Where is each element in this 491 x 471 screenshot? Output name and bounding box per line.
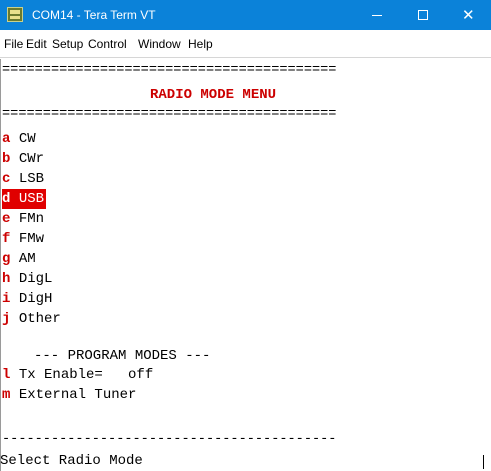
window-title: COM14 - Tera Term VT [32, 8, 156, 22]
program-item-key: m [2, 387, 11, 403]
mode-option-cwr[interactable]: b CWr [2, 149, 44, 169]
mode-option-am[interactable]: g AM [2, 249, 36, 269]
mode-option-digl[interactable]: h DigL [2, 269, 52, 289]
text-cursor [483, 455, 484, 469]
separator-bottom: ----------------------------------------… [2, 432, 337, 447]
minimize-icon [372, 15, 382, 16]
menu-setup[interactable]: Setup [52, 37, 83, 51]
mode-option-key: g [2, 251, 11, 267]
menu-file[interactable]: File [4, 37, 23, 51]
mode-option-digh[interactable]: i DigH [2, 289, 52, 309]
mode-option-key: b [2, 151, 11, 167]
mode-option-cw[interactable]: a CW [2, 129, 36, 149]
close-icon: ✕ [462, 6, 475, 24]
mode-option-usb[interactable]: d USB [2, 189, 47, 209]
separator-mid: ========================================… [2, 107, 337, 122]
mode-option-key: a [2, 131, 11, 147]
maximize-button[interactable] [400, 0, 446, 30]
mode-option-label: CW [18, 131, 36, 147]
mode-option-key: e [2, 211, 11, 227]
close-button[interactable]: ✕ [445, 0, 491, 30]
separator-top: ========================================… [2, 63, 337, 78]
program-item[interactable]: m External Tuner [2, 385, 136, 405]
mode-option-fmw[interactable]: f FMw [2, 229, 44, 249]
mode-option-fmn[interactable]: e FMn [2, 209, 44, 229]
terminal-screen[interactable]: ========================================… [0, 59, 491, 471]
mode-option-key: h [2, 271, 11, 287]
title-bar[interactable]: COM14 - Tera Term VT ✕ [0, 0, 491, 30]
mode-option-key: d [2, 191, 11, 207]
terminal-left-border [0, 59, 1, 471]
menu-bar: File Edit Setup Control Window Help [0, 30, 491, 58]
menu-control[interactable]: Control [88, 37, 127, 51]
program-item-key: l [2, 367, 11, 383]
menu-window[interactable]: Window [138, 37, 181, 51]
menu-edit[interactable]: Edit [26, 37, 47, 51]
mode-option-label: USB [18, 191, 45, 207]
menu-help[interactable]: Help [188, 37, 213, 51]
mode-option-other[interactable]: j Other [2, 309, 61, 329]
mode-option-key: j [2, 311, 11, 327]
program-modes-header: --- PROGRAM MODES --- [34, 348, 211, 364]
program-item[interactable]: l Tx Enable= off [2, 365, 153, 385]
mode-option-label: DigH [18, 291, 53, 307]
mode-option-key: f [2, 231, 11, 247]
mode-option-key: c [2, 171, 11, 187]
mode-option-label: DigL [18, 271, 53, 287]
tera-term-app-icon[interactable] [7, 7, 23, 22]
mode-option-label: CWr [18, 151, 45, 167]
mode-option-lsb[interactable]: c LSB [2, 169, 44, 189]
select-prompt: Select Radio Mode [0, 453, 143, 469]
mode-option-key: i [2, 291, 11, 307]
menu-heading: RADIO MODE MENU [150, 87, 277, 103]
program-item-label: External Tuner [18, 387, 137, 403]
program-item-label: Tx Enable= off [18, 367, 154, 383]
maximize-icon [418, 10, 428, 20]
mode-option-label: LSB [18, 171, 45, 187]
mode-option-label: FMw [18, 231, 45, 247]
tera-term-window: COM14 - Tera Term VT ✕ File Edit Setup C… [0, 0, 491, 471]
minimize-button[interactable] [354, 0, 400, 30]
mode-option-label: Other [18, 311, 61, 327]
mode-option-label: FMn [18, 211, 45, 227]
mode-option-label: AM [18, 251, 36, 267]
